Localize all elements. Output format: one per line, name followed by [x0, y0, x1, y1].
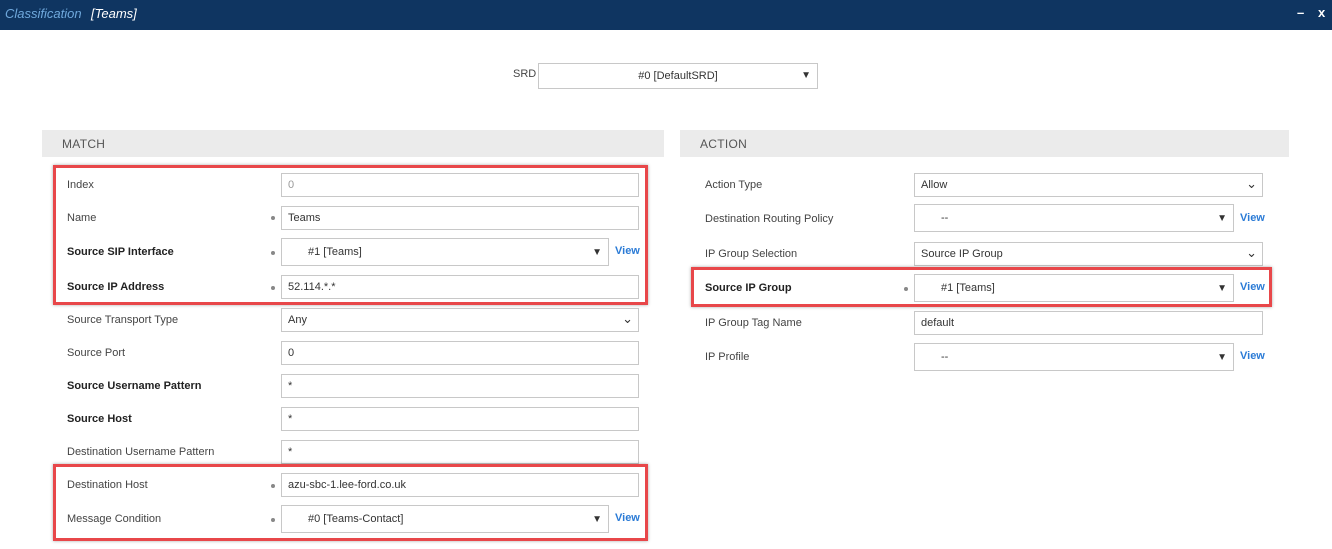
chevron-down-icon: ⌄ — [1246, 245, 1257, 260]
modified-dot-icon — [271, 518, 275, 522]
destination-host-label: Destination Host — [67, 479, 148, 491]
destination-routing-policy-view-link[interactable]: View — [1240, 212, 1265, 224]
title-bar: Classification [Teams] – x — [0, 0, 1332, 30]
source-ip-address-value: 52.114.*.* — [288, 281, 336, 293]
source-sip-interface-view-link[interactable]: View — [615, 245, 640, 257]
source-ip-group-value: #1 [Teams] — [941, 282, 995, 294]
source-host-value: * — [288, 413, 293, 425]
ip-group-selection-label: IP Group Selection — [705, 248, 798, 260]
modified-dot-icon — [271, 286, 275, 290]
window-title-prefix: Classification — [5, 6, 82, 21]
source-transport-type-select[interactable]: Any ⌄ — [281, 308, 639, 332]
srd-select[interactable]: #0 [DefaultSRD] ▼ — [538, 63, 818, 89]
source-transport-type-label: Source Transport Type — [67, 314, 179, 326]
ip-group-tag-name-value: default — [921, 317, 955, 329]
modified-dot-icon — [271, 251, 275, 255]
source-ip-group-view-link[interactable]: View — [1240, 281, 1265, 293]
match-section-header: MATCH — [42, 130, 664, 157]
chevron-down-icon: ▼ — [592, 247, 602, 258]
window-title-name: [Teams] — [91, 6, 137, 21]
source-host-input[interactable]: * — [281, 407, 639, 431]
action-type-value: Allow — [921, 179, 948, 191]
index-label: Index — [67, 179, 94, 191]
chevron-down-icon: ▼ — [592, 514, 602, 525]
destination-routing-policy-value: -- — [941, 212, 949, 224]
action-section-header: ACTION — [680, 130, 1289, 157]
source-port-label: Source Port — [67, 347, 126, 359]
source-sip-interface-value: #1 [Teams] — [308, 246, 362, 258]
source-username-pattern-input[interactable]: * — [281, 374, 639, 398]
name-value: Teams — [288, 212, 321, 224]
source-port-value: 0 — [288, 347, 295, 359]
destination-username-pattern-input[interactable]: * — [281, 440, 639, 464]
ip-profile-select[interactable]: -- ▼ — [914, 343, 1234, 371]
index-field: 0 — [281, 173, 639, 197]
destination-host-value: azu-sbc-1.lee-ford.co.uk — [288, 479, 406, 491]
destination-username-pattern-label: Destination Username Pattern — [67, 446, 215, 458]
srd-label: SRD — [513, 68, 537, 80]
srd-value: #0 [DefaultSRD] — [638, 70, 718, 82]
source-port-input[interactable]: 0 — [281, 341, 639, 365]
chevron-down-icon: ⌄ — [622, 311, 633, 326]
ip-profile-view-link[interactable]: View — [1240, 350, 1265, 362]
ip-profile-label: IP Profile — [705, 351, 750, 363]
source-ip-group-select[interactable]: #1 [Teams] ▼ — [914, 274, 1234, 302]
modified-dot-icon — [271, 216, 275, 220]
name-input[interactable]: Teams — [281, 206, 639, 230]
message-condition-value: #0 [Teams-Contact] — [308, 513, 404, 525]
close-button[interactable]: x — [1318, 5, 1325, 20]
destination-username-pattern-value: * — [288, 446, 293, 458]
destination-host-input[interactable]: azu-sbc-1.lee-ford.co.uk — [281, 473, 639, 497]
modified-dot-icon — [904, 287, 908, 291]
modified-dot-icon — [271, 484, 275, 488]
source-sip-interface-select[interactable]: #1 [Teams] ▼ — [281, 238, 609, 266]
destination-routing-policy-select[interactable]: -- ▼ — [914, 204, 1234, 232]
source-sip-interface-label: Source SIP Interface — [67, 246, 174, 258]
ip-group-selection-select[interactable]: Source IP Group ⌄ — [914, 242, 1263, 266]
source-host-label: Source Host — [67, 413, 132, 425]
ip-group-tag-name-input[interactable]: default — [914, 311, 1263, 335]
destination-routing-policy-label: Destination Routing Policy — [705, 213, 834, 225]
minimize-button[interactable]: – — [1297, 5, 1304, 20]
chevron-down-icon: ▼ — [801, 70, 811, 81]
message-condition-view-link[interactable]: View — [615, 512, 640, 524]
ip-group-selection-value: Source IP Group — [921, 248, 1003, 260]
ip-profile-value: -- — [941, 351, 949, 363]
index-value: 0 — [288, 179, 295, 191]
ip-group-tag-name-label: IP Group Tag Name — [705, 317, 802, 329]
source-ip-group-label: Source IP Group — [705, 282, 792, 294]
source-ip-address-label: Source IP Address — [67, 281, 165, 293]
source-transport-type-value: Any — [288, 314, 307, 326]
chevron-down-icon: ▼ — [1217, 213, 1227, 224]
name-label: Name — [67, 212, 97, 224]
chevron-down-icon: ▼ — [1217, 352, 1227, 363]
source-ip-address-input[interactable]: 52.114.*.* — [281, 275, 639, 299]
message-condition-label: Message Condition — [67, 513, 162, 525]
action-type-label: Action Type — [705, 179, 763, 191]
message-condition-select[interactable]: #0 [Teams-Contact] ▼ — [281, 505, 609, 533]
chevron-down-icon: ⌄ — [1246, 176, 1257, 191]
action-type-select[interactable]: Allow ⌄ — [914, 173, 1263, 197]
source-username-pattern-value: * — [288, 380, 293, 392]
chevron-down-icon: ▼ — [1217, 283, 1227, 294]
source-username-pattern-label: Source Username Pattern — [67, 380, 202, 392]
